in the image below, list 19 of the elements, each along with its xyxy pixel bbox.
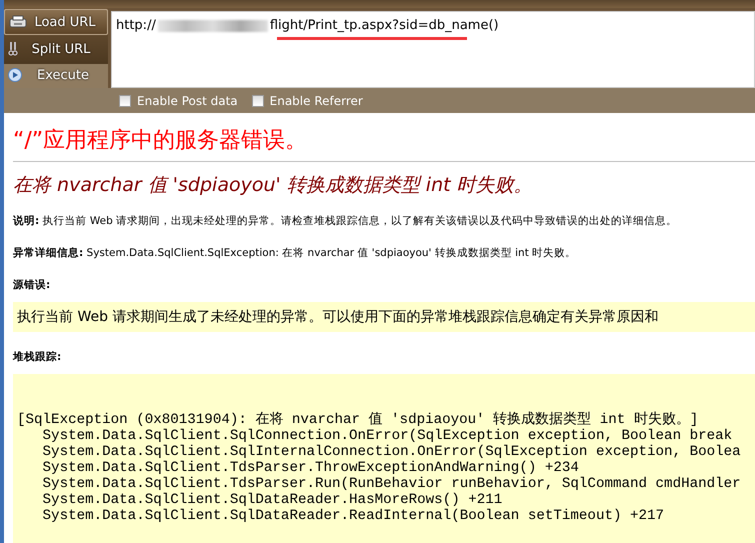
section-label: 源错误: <box>13 278 52 292</box>
checkbox[interactable] <box>252 94 264 106</box>
checkbox[interactable] <box>119 94 131 106</box>
detail-text: 说明: 执行当前 Web 请求期间，出现未经处理的异常。请检查堆栈跟踪信息，以了解有关该错误以及代码中导致错误的出处的详细信息。 <box>13 214 678 228</box>
stack-trace: [SqlException (0x80131904): 在将 nvarchar 值 'sdpiaoyou' 转换成数据类型 int 时失败。] System.Data.SqlClient.SqlConnection.OnError(SqlException exception, Boolean break System.Data.SqlClient.SqlInternalConnection.OnError(SqlException exception, Boolea System.Data.SqlClient.TdsParser.ThrowExceptionAndWarning() +234 System.Data.SqlClient.TdsParser.Run(RunBehavior runBehavior, SqlCommand cmdHandler System.Data.SqlClient.SqlDataReader.HasMoreRows() +211 System.Data.SqlClient.SqlDataReader.ReadInternal(Boolean setTimeout) +217 <box>13 374 755 543</box>
load-url-button[interactable]: Load URL <box>4 9 108 35</box>
url-field[interactable]: http:// flight/Print_tp.aspx?sid=db_name() <box>111 11 755 88</box>
scissors-icon <box>8 41 18 57</box>
detail-text: 异常详细信息: System.Data.SqlClient.SqlException: 在将 nvarchar 值 'sdpiaoyou' 转换成数据类型 int 时失败。 <box>13 246 578 260</box>
error-message: 在将 nvarchar 值 'sdpiaoyou' 转换成数据类型 int 时失败。 <box>13 173 534 198</box>
split-url-button[interactable]: Split URL <box>4 37 108 61</box>
execute-button[interactable]: Execute <box>4 63 108 87</box>
printer-icon <box>9 15 27 29</box>
section-label: 堆栈跟踪: <box>13 350 62 364</box>
option-checkbox[interactable]: Enable Referrer <box>252 94 363 108</box>
error-title: “/”应用程序中的服务器错误。 <box>13 127 308 155</box>
option-checkbox[interactable]: Enable Post data <box>119 94 238 108</box>
source-error-text: 执行当前 Web 请求期间生成了未经处理的异常。可以使用下面的异常堆栈跟踪信息确定有关异常原因和 <box>13 302 755 332</box>
play-icon <box>8 68 22 82</box>
